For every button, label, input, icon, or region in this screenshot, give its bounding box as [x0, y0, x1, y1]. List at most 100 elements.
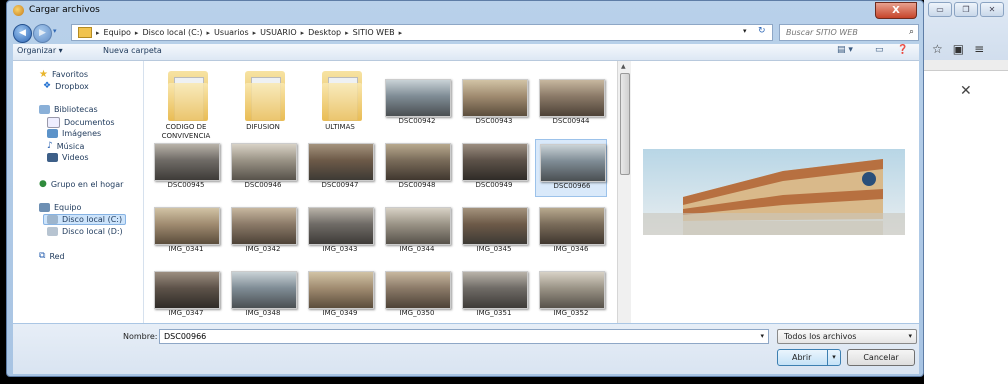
- disk-icon: [47, 227, 58, 236]
- minimize-icon[interactable]: ▭: [928, 2, 952, 17]
- image-file-item[interactable]: IMG_0348: [227, 267, 299, 323]
- close-icon[interactable]: ✕: [980, 2, 1004, 17]
- nav-computer[interactable]: Equipo: [39, 203, 81, 212]
- breadcrumb-disco-c[interactable]: Disco local (C:): [142, 28, 202, 37]
- image-file-item[interactable]: DSC00945: [150, 139, 222, 197]
- chevron-right-icon[interactable]: ▸: [253, 29, 257, 37]
- image-file-item[interactable]: DSC00946: [227, 139, 299, 197]
- file-name-label: DSC00949: [475, 181, 513, 189]
- breadcrumb-usuarios[interactable]: Usuarios: [214, 28, 249, 37]
- image-file-item[interactable]: DSC00942: [381, 75, 453, 131]
- nav-documents[interactable]: Documentos: [47, 117, 115, 128]
- breadcrumb-equipo[interactable]: Equipo: [104, 28, 131, 37]
- breadcrumb-usuario[interactable]: USUARIO: [260, 28, 296, 37]
- browser-window-controls: ▭ ❐ ✕: [928, 2, 1004, 17]
- chevron-right-icon[interactable]: ▸: [207, 29, 211, 37]
- image-thumbnail: [385, 207, 451, 245]
- image-file-item[interactable]: IMG_0350: [381, 267, 453, 323]
- folder-item[interactable]: CODIGO DE CONVIVENCIA: [150, 65, 222, 140]
- folder-icon: [154, 69, 218, 123]
- nav-disk-c[interactable]: Disco local (C:): [43, 214, 127, 225]
- page-close-icon[interactable]: ✕: [960, 83, 972, 99]
- image-file-item[interactable]: DSC00948: [381, 139, 453, 197]
- image-thumbnail: [154, 143, 220, 181]
- image-thumbnail: [462, 271, 528, 309]
- nav-dropbox[interactable]: ❖ Dropbox: [43, 81, 89, 91]
- nav-music[interactable]: ♪ Música: [47, 141, 84, 151]
- file-name-label: DSC00946: [244, 181, 282, 189]
- nav-videos[interactable]: Videos: [47, 153, 89, 162]
- menu-icon[interactable]: ≡: [974, 42, 984, 56]
- clipboard-icon[interactable]: ▣: [953, 42, 964, 56]
- image-file-item[interactable]: IMG_0343: [304, 203, 376, 261]
- filename-input[interactable]: [164, 332, 744, 341]
- image-file-item[interactable]: IMG_0349: [304, 267, 376, 323]
- cancel-button[interactable]: Cancelar: [847, 349, 915, 366]
- forward-icon[interactable]: ▶: [33, 24, 52, 43]
- breadcrumb-desktop[interactable]: Desktop: [308, 28, 341, 37]
- search-icon[interactable]: ⌕: [909, 27, 914, 37]
- scroll-up-icon[interactable]: ▲: [621, 63, 626, 70]
- scrollbar-thumb[interactable]: [620, 73, 630, 175]
- nav-network[interactable]: ⧉ Red: [39, 251, 65, 261]
- maximize-icon[interactable]: ❐: [954, 2, 978, 17]
- image-file-item[interactable]: IMG_0341: [150, 203, 222, 261]
- image-file-item[interactable]: IMG_0342: [227, 203, 299, 261]
- dialog-titlebar[interactable]: Cargar archivos X: [7, 1, 923, 21]
- nav-homegroup[interactable]: ● Grupo en el hogar: [39, 179, 123, 189]
- image-file-item[interactable]: DSC00944: [535, 75, 607, 131]
- open-options-dropdown-icon[interactable]: ▾: [827, 350, 840, 365]
- image-file-item[interactable]: IMG_0346: [535, 203, 607, 261]
- back-icon[interactable]: ◀: [13, 24, 32, 43]
- nav-disk-d[interactable]: Disco local (D:): [47, 227, 123, 236]
- chevron-right-icon[interactable]: ▸: [345, 29, 349, 37]
- organize-button[interactable]: Organizar ▾: [17, 46, 63, 55]
- refresh-icon[interactable]: ↻: [758, 26, 766, 36]
- open-button-label: Abrir: [792, 353, 812, 362]
- preview-pane-icon[interactable]: ▭: [875, 45, 884, 55]
- filename-label: Nombre:: [123, 332, 158, 341]
- address-dropdown-icon[interactable]: ▾: [743, 27, 747, 35]
- network-icon: ⧉: [39, 251, 46, 261]
- nav-favorites[interactable]: ★ Favoritos: [39, 69, 88, 80]
- image-file-item[interactable]: DSC00943: [458, 75, 530, 131]
- chevron-right-icon[interactable]: ▸: [135, 29, 139, 37]
- chevron-right-icon[interactable]: ▸: [301, 29, 305, 37]
- dialog-title: Cargar archivos: [29, 5, 100, 15]
- search-box[interactable]: ⌕: [779, 24, 919, 41]
- help-icon[interactable]: ❓: [897, 45, 908, 55]
- file-name-label: DSC00942: [398, 117, 436, 125]
- image-thumbnail: [308, 143, 374, 181]
- address-bar[interactable]: ▸ Equipo ▸ Disco local (C:) ▸ Usuarios ▸…: [71, 24, 773, 41]
- image-file-item[interactable]: IMG_0352: [535, 267, 607, 323]
- image-icon: [47, 129, 58, 138]
- breadcrumb-sitio-web[interactable]: SITIO WEB: [353, 28, 395, 37]
- image-file-item[interactable]: IMG_0344: [381, 203, 453, 261]
- chevron-right-icon[interactable]: ▸: [399, 29, 403, 37]
- new-folder-button[interactable]: Nueva carpeta: [103, 46, 162, 55]
- file-name-label: IMG_0342: [245, 245, 281, 253]
- search-input[interactable]: [786, 28, 896, 37]
- nav-images[interactable]: Imágenes: [47, 129, 101, 138]
- image-file-item[interactable]: DSC00949: [458, 139, 530, 197]
- filetype-select[interactable]: Todos los archivos ▾: [777, 329, 917, 344]
- folder-item[interactable]: DIFUSION: [227, 65, 299, 131]
- open-button[interactable]: Abrir ▾: [777, 349, 841, 366]
- file-list-scrollbar[interactable]: ▲: [617, 61, 631, 323]
- chevron-down-icon[interactable]: ▾: [760, 332, 764, 340]
- dialog-close-button[interactable]: X: [875, 2, 917, 19]
- filename-combobox[interactable]: ▾: [159, 329, 769, 344]
- view-options-icon[interactable]: ▤ ▾: [837, 45, 853, 55]
- image-file-item[interactable]: DSC00966: [535, 139, 607, 197]
- chevron-down-icon[interactable]: ▾: [908, 330, 912, 343]
- folder-item[interactable]: ULTIMAS: [304, 65, 376, 131]
- image-file-item[interactable]: IMG_0351: [458, 267, 530, 323]
- recent-pages-icon[interactable]: ▾: [53, 27, 57, 35]
- image-file-item[interactable]: DSC00947: [304, 139, 376, 197]
- chevron-right-icon[interactable]: ▸: [96, 29, 100, 37]
- file-name-label: IMG_0343: [322, 245, 358, 253]
- image-file-item[interactable]: IMG_0347: [150, 267, 222, 323]
- image-file-item[interactable]: IMG_0345: [458, 203, 530, 261]
- star-icon[interactable]: ☆: [932, 42, 943, 56]
- nav-libraries[interactable]: Bibliotecas: [39, 105, 98, 114]
